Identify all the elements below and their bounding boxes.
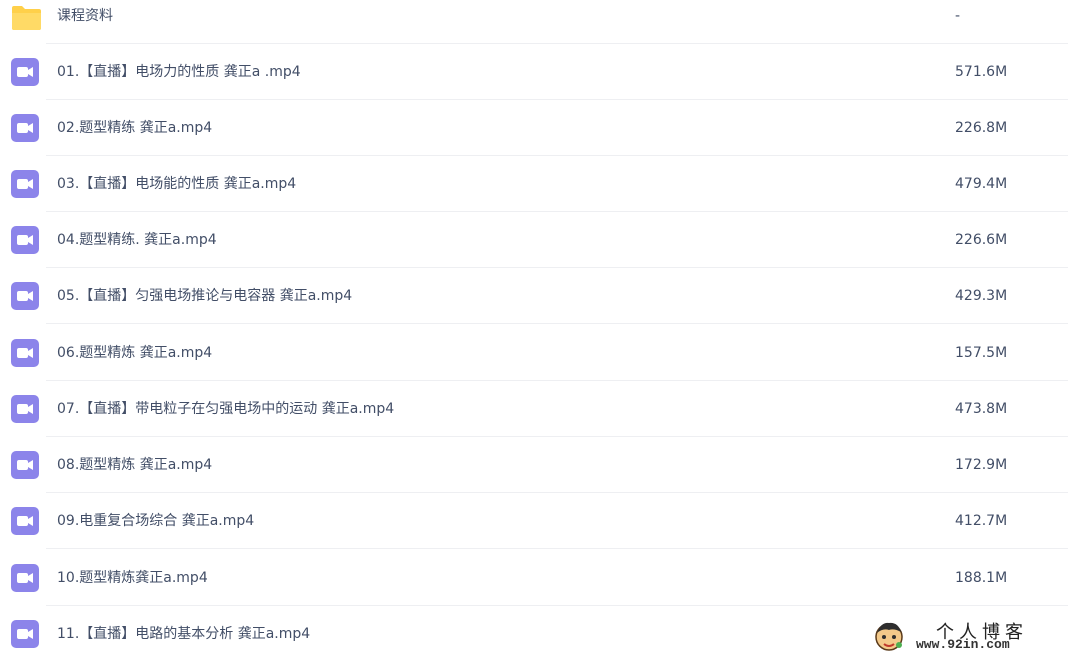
video-file-icon [11,170,39,198]
file-name: 05.【直播】匀强电场推论与电容器 龚正a.mp4 [57,288,353,304]
file-size: 157.5M [955,345,1008,361]
folder-row[interactable]: 课程资料 - [0,0,1068,44]
row-divider [46,548,1068,549]
video-file-icon [11,564,39,592]
video-file-icon [11,114,39,142]
file-size: 188.1M [955,570,1008,586]
video-file-icon [11,620,39,648]
file-row-10[interactable]: 10.题型精炼龚正a.mp4 188.1M [0,550,1068,606]
file-size: 473.8M [955,401,1008,417]
video-file-icon [11,58,39,86]
file-name: 01.【直播】电场力的性质 龚正a .mp4 [57,64,301,80]
file-name: 02.题型精练 龚正a.mp4 [57,120,213,136]
file-name: 08.题型精炼 龚正a.mp4 [57,457,213,473]
file-name: 03.【直播】电场能的性质 龚正a.mp4 [57,176,297,192]
video-file-icon [11,226,39,254]
file-name: 06.题型精炼 龚正a.mp4 [57,345,213,361]
folder-size: - [955,8,961,24]
row-divider [46,323,1068,324]
file-name: 07.【直播】带电粒子在匀强电场中的运动 龚正a.mp4 [57,401,395,417]
file-row-03[interactable]: 03.【直播】电场能的性质 龚正a.mp4 479.4M [0,156,1068,212]
file-row-02[interactable]: 02.题型精练 龚正a.mp4 226.8M [0,100,1068,156]
video-file-icon [11,507,39,535]
file-name: 11.【直播】电路的基本分析 龚正a.mp4 [57,626,311,642]
video-file-icon [11,451,39,479]
file-row-09[interactable]: 09.电重复合场综合 龚正a.mp4 412.7M [0,493,1068,549]
file-size: 172.9M [955,457,1008,473]
file-size: 429.3M [955,288,1008,304]
folder-icon [12,6,41,30]
file-name: 04.题型精练. 龚正a.mp4 [57,232,217,248]
file-row-07[interactable]: 07.【直播】带电粒子在匀强电场中的运动 龚正a.mp4 473.8M [0,381,1068,437]
file-row-04[interactable]: 04.题型精练. 龚正a.mp4 226.6M [0,212,1068,268]
watermark-url: www.92in.com [916,637,1010,652]
folder-name: 课程资料 [57,8,113,24]
file-list: 课程资料 - 01.【直播】电场力的性质 龚正a .mp4 571.6M 02.… [0,0,1068,657]
file-row-01[interactable]: 01.【直播】电场力的性质 龚正a .mp4 571.6M [0,44,1068,100]
file-row-06[interactable]: 06.题型精炼 龚正a.mp4 157.5M [0,325,1068,381]
file-row-05[interactable]: 05.【直播】匀强电场推论与电容器 龚正a.mp4 429.3M [0,268,1068,324]
file-size: 571.6M [955,64,1008,80]
video-file-icon [11,282,39,310]
file-row-08[interactable]: 08.题型精炼 龚正a.mp4 172.9M [0,437,1068,493]
file-size: 479.4M [955,176,1008,192]
video-file-icon [11,395,39,423]
video-file-icon [11,339,39,367]
file-size: 412.7M [955,513,1008,529]
file-size: 226.6M [955,232,1008,248]
file-size: 226.8M [955,120,1008,136]
file-name: 10.题型精炼龚正a.mp4 [57,570,208,586]
blog-watermark: 个人博客 www.92in.com [872,617,1062,657]
file-name: 09.电重复合场综合 龚正a.mp4 [57,513,255,529]
mascot-logo-icon [875,622,903,651]
